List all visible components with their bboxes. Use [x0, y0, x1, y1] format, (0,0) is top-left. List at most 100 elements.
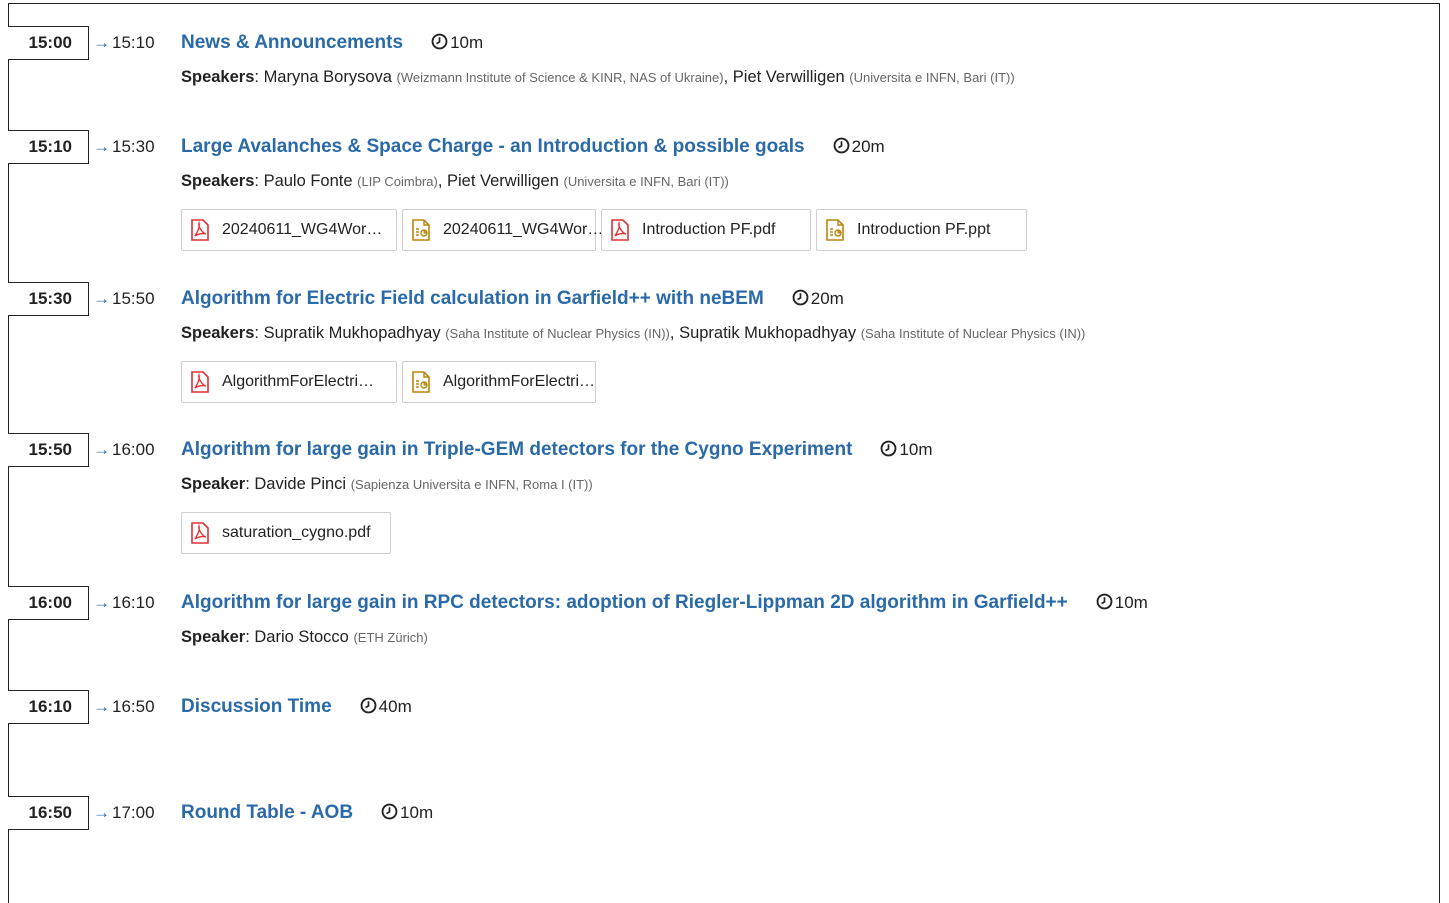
speaker-name[interactable]: Supratik Mukhopadhyay	[264, 324, 441, 342]
attachment-pdf[interactable]: saturation_cygno.pdf	[181, 512, 391, 554]
end-time: 17:00	[112, 803, 155, 822]
attachment-name: AlgorithmForElectri…	[222, 373, 375, 390]
title-row: Algorithm for Electric Field calculation…	[181, 282, 844, 317]
duration: 20m	[833, 137, 885, 156]
speaker-affiliation: (ETH Zürich)	[353, 630, 428, 645]
end-time: 15:10	[112, 33, 155, 52]
start-time: 16:10	[8, 690, 89, 724]
speakers-line: Speaker: Dario Stocco (ETH Zürich)	[181, 628, 428, 646]
duration-text: 40m	[378, 697, 412, 716]
start-time: 15:00	[8, 26, 89, 60]
arrow-icon: →	[93, 803, 110, 822]
contribution-title-link[interactable]: Large Avalanches & Space Charge - an Int…	[181, 136, 805, 157]
start-time: 15:30	[8, 282, 89, 316]
attachment-pdf[interactable]: 20240611_WG4Wor…	[181, 209, 397, 251]
arrow-icon: →	[93, 289, 110, 308]
attachment-name: Introduction PF.ppt	[857, 221, 991, 238]
attachment-name: 20240611_WG4Wor…	[222, 221, 383, 238]
end-time-row: → 16:50	[93, 690, 155, 724]
speaker-name[interactable]: Paulo Fonte	[264, 172, 353, 190]
contribution-title-link[interactable]: Discussion Time	[181, 696, 332, 717]
speakers-line: Speaker: Davide Pinci (Sapienza Universi…	[181, 475, 593, 493]
attachment-name: Introduction PF.pdf	[642, 221, 776, 238]
attachment-ppt[interactable]: 20240611_WG4Wor…	[402, 209, 603, 251]
speakers-label: Speakers	[181, 172, 255, 190]
end-time: 16:00	[112, 440, 155, 459]
end-time-row: → 17:00	[93, 796, 155, 830]
presentation-file-icon	[411, 371, 443, 393]
speaker-name[interactable]: Dario Stocco	[254, 628, 348, 646]
duration: 10m	[381, 803, 433, 822]
attachment-pdf[interactable]: Introduction PF.pdf	[601, 209, 811, 251]
clock-icon	[360, 697, 379, 716]
duration: 40m	[360, 697, 412, 716]
speakers-label: Speakers	[181, 68, 255, 86]
attachment-name: 20240611_WG4Wor…	[443, 221, 604, 238]
speaker-affiliation: (Sapienza Universita e INFN, Roma I (IT)…	[350, 477, 593, 492]
end-time: 15:30	[112, 137, 155, 156]
duration-text: 10m	[1114, 593, 1148, 612]
duration-text: 10m	[450, 33, 484, 52]
start-time: 15:10	[8, 130, 89, 164]
speakers-label: Speakers	[181, 324, 255, 342]
speaker-name[interactable]: Maryna Borysova	[264, 68, 392, 86]
attachment-name: AlgorithmForElectri…	[443, 373, 596, 390]
title-row: Round Table - AOB 10m	[181, 796, 433, 831]
end-time-row: → 15:30	[93, 130, 155, 164]
pdf-file-icon	[610, 219, 642, 241]
arrow-icon: →	[93, 593, 110, 612]
start-time: 16:50	[8, 796, 89, 830]
speaker-affiliation: (Saha Institute of Nuclear Physics (IN))	[860, 326, 1086, 341]
speaker-affiliation: (Weizmann Institute of Science & KINR, N…	[396, 70, 724, 85]
contribution-title-link[interactable]: Algorithm for large gain in RPC detector…	[181, 592, 1068, 613]
title-row: Discussion Time 40m	[181, 690, 412, 725]
speakers-label: Speaker	[181, 628, 246, 646]
end-time-row: → 15:50	[93, 282, 155, 316]
attachment-ppt[interactable]: Introduction PF.ppt	[816, 209, 1027, 251]
speaker-affiliation: (Universita e INFN, Bari (IT))	[849, 70, 1015, 85]
attachments: 20240611_WG4Wor… 20240611_WG4Wor… Introduc…	[181, 209, 1027, 251]
contribution-title-link[interactable]: Algorithm for large gain in Triple-GEM d…	[181, 439, 852, 460]
end-time-row: → 15:10	[93, 26, 155, 60]
start-time: 15:50	[8, 433, 89, 467]
end-time: 16:10	[112, 593, 155, 612]
duration: 10m	[1096, 593, 1148, 612]
speaker-name[interactable]: Davide Pinci	[254, 475, 346, 493]
attachment-pdf[interactable]: AlgorithmForElectri…	[181, 361, 397, 403]
duration-text: 10m	[899, 440, 933, 459]
clock-icon	[1096, 593, 1115, 612]
end-time-row: → 16:10	[93, 586, 155, 620]
duration: 10m	[880, 440, 933, 459]
contribution-title-link[interactable]: Algorithm for Electric Field calculation…	[181, 288, 764, 309]
contribution-title-link[interactable]: Round Table - AOB	[181, 802, 353, 823]
speakers-line: Speakers: Maryna Borysova (Weizmann Inst…	[181, 68, 1015, 86]
arrow-icon: →	[93, 33, 110, 52]
contribution-title-link[interactable]: News & Announcements	[181, 32, 403, 53]
attachment-ppt[interactable]: AlgorithmForElectri…	[402, 361, 596, 403]
attachments: saturation_cygno.pdf	[181, 512, 391, 554]
arrow-icon: →	[93, 440, 110, 459]
title-row: Algorithm for large gain in RPC detector…	[181, 586, 1148, 621]
end-time-row: → 16:00	[93, 433, 155, 467]
presentation-file-icon	[411, 219, 443, 241]
speakers-line: Speakers: Paulo Fonte (LIP Coimbra), Pie…	[181, 172, 729, 190]
clock-icon	[880, 440, 899, 459]
duration: 20m	[792, 289, 844, 308]
clock-icon	[431, 33, 450, 52]
clock-icon	[381, 803, 400, 822]
speaker-affiliation: (LIP Coimbra)	[357, 174, 438, 189]
pdf-file-icon	[190, 522, 222, 544]
start-time: 16:00	[8, 586, 89, 620]
speaker-affiliation: (Universita e INFN, Bari (IT))	[563, 174, 729, 189]
speakers-line: Speakers: Supratik Mukhopadhyay (Saha In…	[181, 324, 1086, 342]
attachments: AlgorithmForElectri… AlgorithmForElectri…	[181, 361, 596, 403]
speaker-affiliation: (Saha Institute of Nuclear Physics (IN))	[445, 326, 670, 341]
speaker-name[interactable]: Piet Verwilligen	[733, 68, 845, 86]
duration: 10m	[431, 33, 483, 52]
speakers-label: Speaker	[181, 475, 246, 493]
speaker-name[interactable]: Piet Verwilligen	[447, 172, 559, 190]
attachment-name: saturation_cygno.pdf	[222, 524, 371, 541]
speaker-name[interactable]: Supratik Mukhopadhyay	[679, 324, 856, 342]
end-time: 16:50	[112, 697, 155, 716]
arrow-icon: →	[93, 697, 110, 716]
